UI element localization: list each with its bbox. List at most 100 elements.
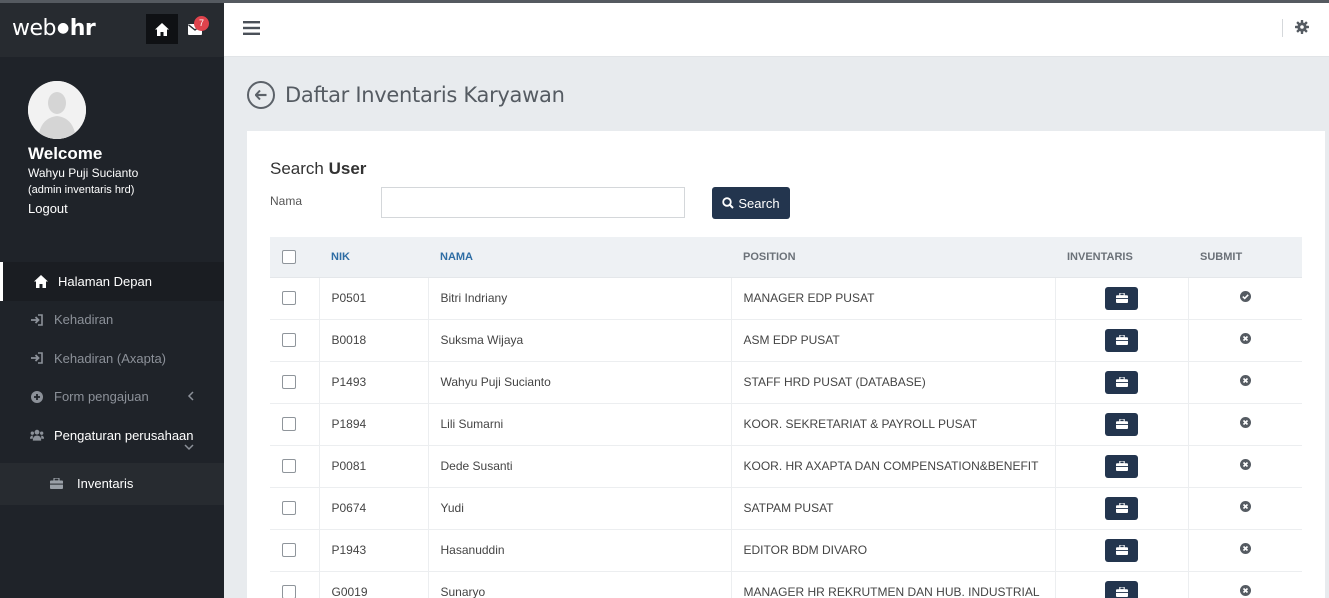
logout-link[interactable]: Logout bbox=[28, 201, 68, 216]
row-select-cell bbox=[270, 445, 320, 488]
chevron-left-icon bbox=[187, 390, 194, 401]
row-checkbox[interactable] bbox=[282, 543, 296, 558]
select-all-checkbox[interactable] bbox=[282, 249, 296, 264]
submit-cell bbox=[1188, 361, 1302, 404]
inventaris-button[interactable] bbox=[1105, 496, 1138, 520]
table-row: P1894 Lili Sumarni KOOR. SEKRETARIAT & PAY… bbox=[270, 403, 1302, 446]
table-header-row: NIK NAMA POSITION INVENTARIS SUBMIT bbox=[270, 237, 1302, 278]
sidebar-subitem-inventaris[interactable]: Inventaris bbox=[0, 462, 224, 505]
sidebar-item-kehadiran-axapta[interactable]: Kehadiran (Axapta) bbox=[0, 339, 224, 378]
search-button[interactable]: Search bbox=[712, 187, 790, 219]
search-icon bbox=[722, 197, 735, 209]
sidebar-subitem-label: Inventaris bbox=[77, 476, 134, 491]
settings-button[interactable] bbox=[1295, 20, 1309, 39]
table-row: P1493 Wahyu Puji Sucianto STAFF HRD PUSAT … bbox=[270, 361, 1302, 404]
table-row: G0019 Sunaryo MANAGER HR REKRUTMEN DAN HUB… bbox=[270, 571, 1302, 598]
nama-cell: Bitri Indriany bbox=[428, 277, 732, 320]
brand-bar: web●hr 7 bbox=[0, 0, 224, 57]
briefcase-icon bbox=[1115, 293, 1128, 303]
briefcase-icon bbox=[1115, 461, 1128, 471]
submit-cell bbox=[1188, 445, 1302, 488]
sidebar-item-halaman-depan[interactable]: Halaman Depan bbox=[0, 262, 224, 301]
position-cell: STAFF HRD PUSAT (DATABASE) bbox=[731, 361, 1056, 404]
submit-cell bbox=[1188, 487, 1302, 530]
gear-icon bbox=[1295, 20, 1309, 34]
plus-circle-icon bbox=[30, 390, 44, 404]
sidebar-menu: Halaman Depan Kehadiran Kehadiran (Axapt… bbox=[0, 262, 224, 505]
nama-search-input[interactable] bbox=[381, 187, 685, 218]
check-circle-icon bbox=[1239, 291, 1251, 302]
submit-cell bbox=[1188, 529, 1302, 572]
user-name: Wahyu Puji Sucianto bbox=[28, 166, 139, 180]
nama-cell: Yudi bbox=[428, 487, 732, 530]
column-header-nama[interactable]: NAMA bbox=[428, 237, 731, 278]
inventaris-button[interactable] bbox=[1105, 370, 1138, 394]
submit-cell bbox=[1188, 319, 1302, 362]
home-button[interactable] bbox=[146, 14, 178, 44]
home-icon bbox=[155, 22, 169, 36]
inventaris-button[interactable] bbox=[1105, 328, 1138, 352]
sidebar-item-pengaturan-perusahaan[interactable]: Pengaturan perusahaan bbox=[0, 416, 224, 455]
row-checkbox[interactable] bbox=[282, 291, 296, 306]
row-select-cell bbox=[270, 487, 320, 530]
table-row: B0018 Suksma Wijaya ASM EDP PUSAT bbox=[270, 319, 1302, 362]
row-checkbox[interactable] bbox=[282, 501, 296, 516]
nik-cell: P0081 bbox=[319, 445, 429, 488]
sidebar-item-label: Form pengajuan bbox=[54, 389, 149, 405]
nik-cell: B0018 bbox=[319, 319, 429, 362]
nama-cell: Dede Susanti bbox=[428, 445, 732, 488]
nik-cell: P1493 bbox=[319, 361, 429, 404]
position-cell: EDITOR BDM DIVARO bbox=[731, 529, 1056, 572]
submit-cell bbox=[1188, 277, 1302, 320]
top-header bbox=[224, 3, 1329, 57]
row-checkbox[interactable] bbox=[282, 417, 296, 432]
column-header-inventaris: INVENTARIS bbox=[1055, 237, 1188, 278]
hamburger-icon bbox=[243, 21, 260, 35]
row-checkbox[interactable] bbox=[282, 459, 296, 474]
inventaris-cell bbox=[1055, 361, 1189, 404]
inventaris-cell bbox=[1055, 277, 1189, 320]
page-header: Daftar Inventaris Karyawan bbox=[247, 81, 565, 109]
select-all-header bbox=[270, 237, 319, 278]
sidebar-item-kehadiran[interactable]: Kehadiran bbox=[0, 301, 224, 340]
position-cell: SATPAM PUSAT bbox=[731, 487, 1056, 530]
column-header-position: POSITION bbox=[731, 237, 1055, 278]
sign-in-icon bbox=[30, 313, 44, 327]
nama-cell: Lili Sumarni bbox=[428, 403, 732, 446]
inventaris-cell bbox=[1055, 403, 1189, 446]
column-header-nik[interactable]: NIK bbox=[319, 237, 428, 278]
row-select-cell bbox=[270, 319, 320, 362]
inventaris-cell bbox=[1055, 319, 1189, 362]
row-checkbox[interactable] bbox=[282, 333, 296, 348]
times-circle-icon bbox=[1239, 543, 1251, 554]
mail-count-badge: 7 bbox=[194, 16, 209, 31]
inventaris-cell bbox=[1055, 445, 1189, 488]
sidebar-item-form-pengajuan[interactable]: Form pengajuan bbox=[0, 378, 224, 417]
search-title: Search User bbox=[270, 159, 367, 178]
inventaris-button[interactable] bbox=[1105, 454, 1138, 478]
arrow-left-icon bbox=[255, 90, 267, 100]
back-button[interactable] bbox=[247, 81, 275, 109]
inventaris-button[interactable] bbox=[1105, 412, 1138, 436]
inventaris-button[interactable] bbox=[1105, 538, 1138, 562]
position-cell: KOOR. HR AXAPTA DAN COMPENSATION&BENEFIT bbox=[731, 445, 1056, 488]
sidebar-item-label: Kehadiran bbox=[54, 312, 114, 328]
row-checkbox[interactable] bbox=[282, 375, 296, 390]
inventaris-button[interactable] bbox=[1105, 580, 1138, 598]
inventaris-cell bbox=[1055, 571, 1189, 598]
times-circle-icon bbox=[1239, 333, 1251, 344]
submit-cell bbox=[1188, 403, 1302, 446]
position-cell: KOOR. SEKRETARIAT & PAYROLL PUSAT bbox=[731, 403, 1056, 446]
sidebar-item-label: Pengaturan perusahaan bbox=[54, 427, 194, 443]
employee-table: NIK NAMA POSITION INVENTARIS SUBMIT P050… bbox=[270, 237, 1302, 598]
sidebar-item-label: Halaman Depan bbox=[58, 273, 152, 289]
times-circle-icon bbox=[1239, 501, 1251, 512]
avatar[interactable] bbox=[28, 81, 86, 139]
inventaris-cell bbox=[1055, 529, 1189, 572]
webhr-logo[interactable]: web●hr bbox=[12, 16, 96, 41]
menu-toggle-button[interactable] bbox=[243, 21, 260, 40]
times-circle-icon bbox=[1239, 375, 1251, 386]
inventaris-button[interactable] bbox=[1105, 286, 1138, 310]
nama-cell: Hasanuddin bbox=[428, 529, 732, 572]
row-checkbox[interactable] bbox=[282, 585, 296, 598]
